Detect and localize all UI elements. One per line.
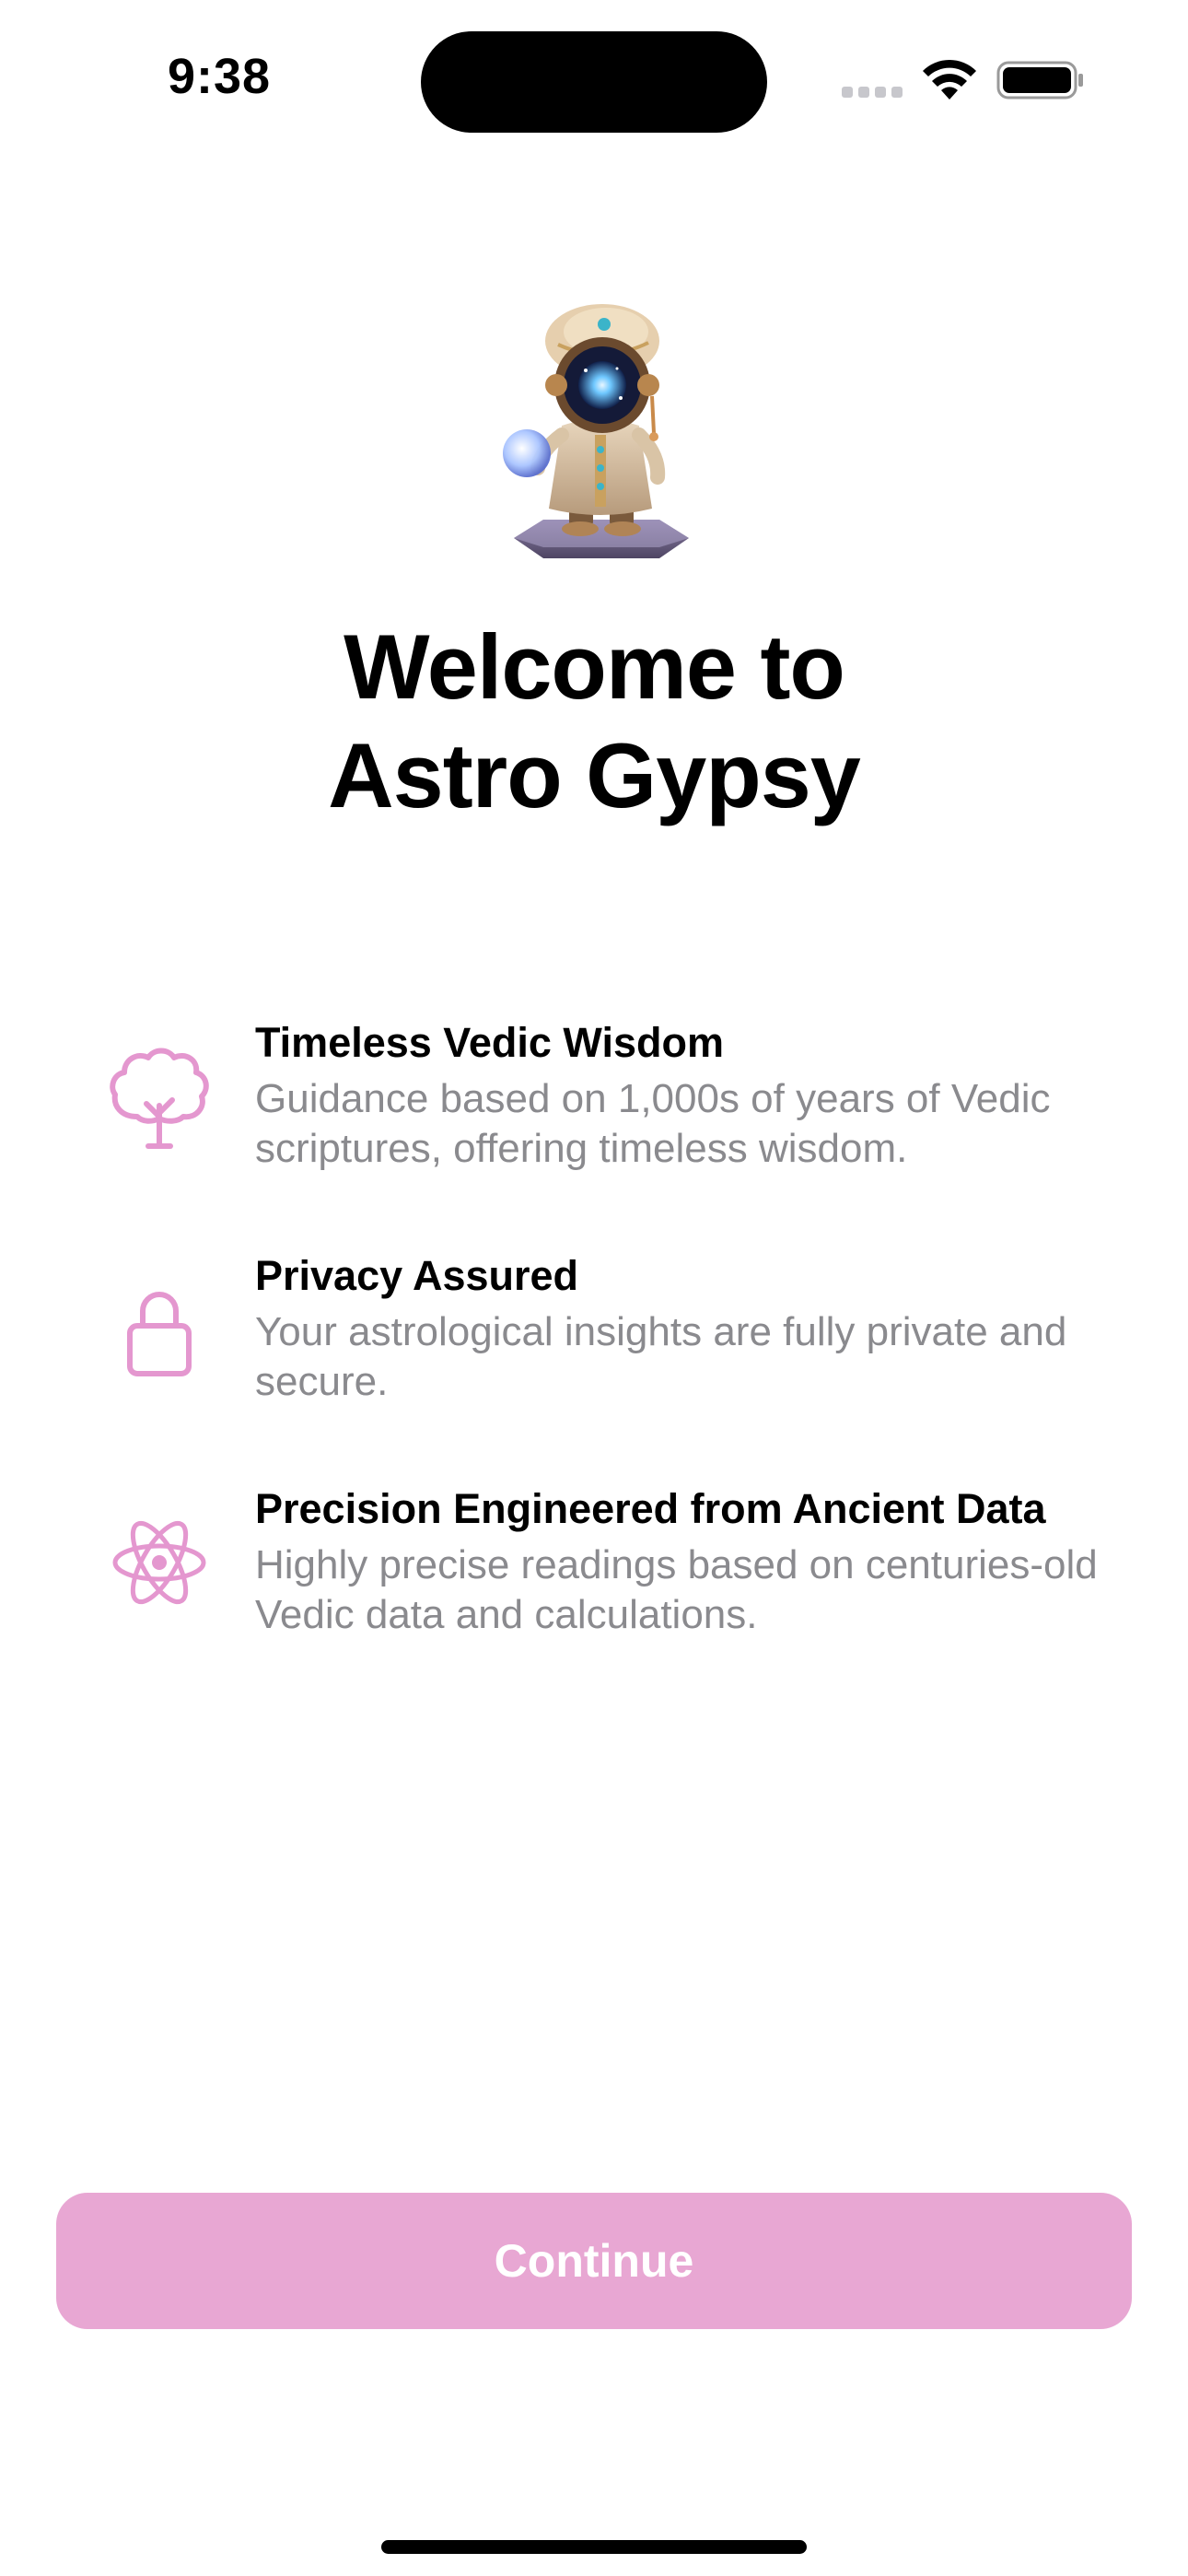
mascot-robot-image <box>503 304 689 558</box>
wifi-icon <box>923 59 976 100</box>
feature-title: Precision Engineered from Ancient Data <box>255 1485 1046 1532</box>
atom-icon <box>112 1520 206 1605</box>
battery-icon <box>996 61 1083 100</box>
status-time: 9:38 <box>168 49 272 104</box>
continue-button[interactable]: Continue <box>56 2193 1132 2329</box>
tree-icon <box>110 1048 209 1149</box>
lock-icon <box>127 1292 192 1376</box>
dynamic-island <box>421 31 767 133</box>
feature-description: Your astrological insights are fully pri… <box>255 1309 1067 1404</box>
feature-description: Highly precise readings based on centuri… <box>255 1542 1098 1637</box>
welcome-title-line2: Astro Gypsy <box>328 724 861 826</box>
feature-title: Privacy Assured <box>255 1252 579 1299</box>
feature-title: Timeless Vedic Wisdom <box>255 1019 724 1066</box>
cellular-signal-icon <box>842 87 906 100</box>
welcome-title-line1: Welcome to <box>344 615 845 718</box>
feature-description: Guidance based on 1,000s of years of Ved… <box>255 1076 1051 1171</box>
home-indicator[interactable] <box>381 2540 807 2554</box>
welcome-screen: 9:38 Welcome to Astro Gypsy Timeless Ved… <box>0 0 1188 2576</box>
welcome-title: Welcome to Astro Gypsy <box>0 613 1188 830</box>
